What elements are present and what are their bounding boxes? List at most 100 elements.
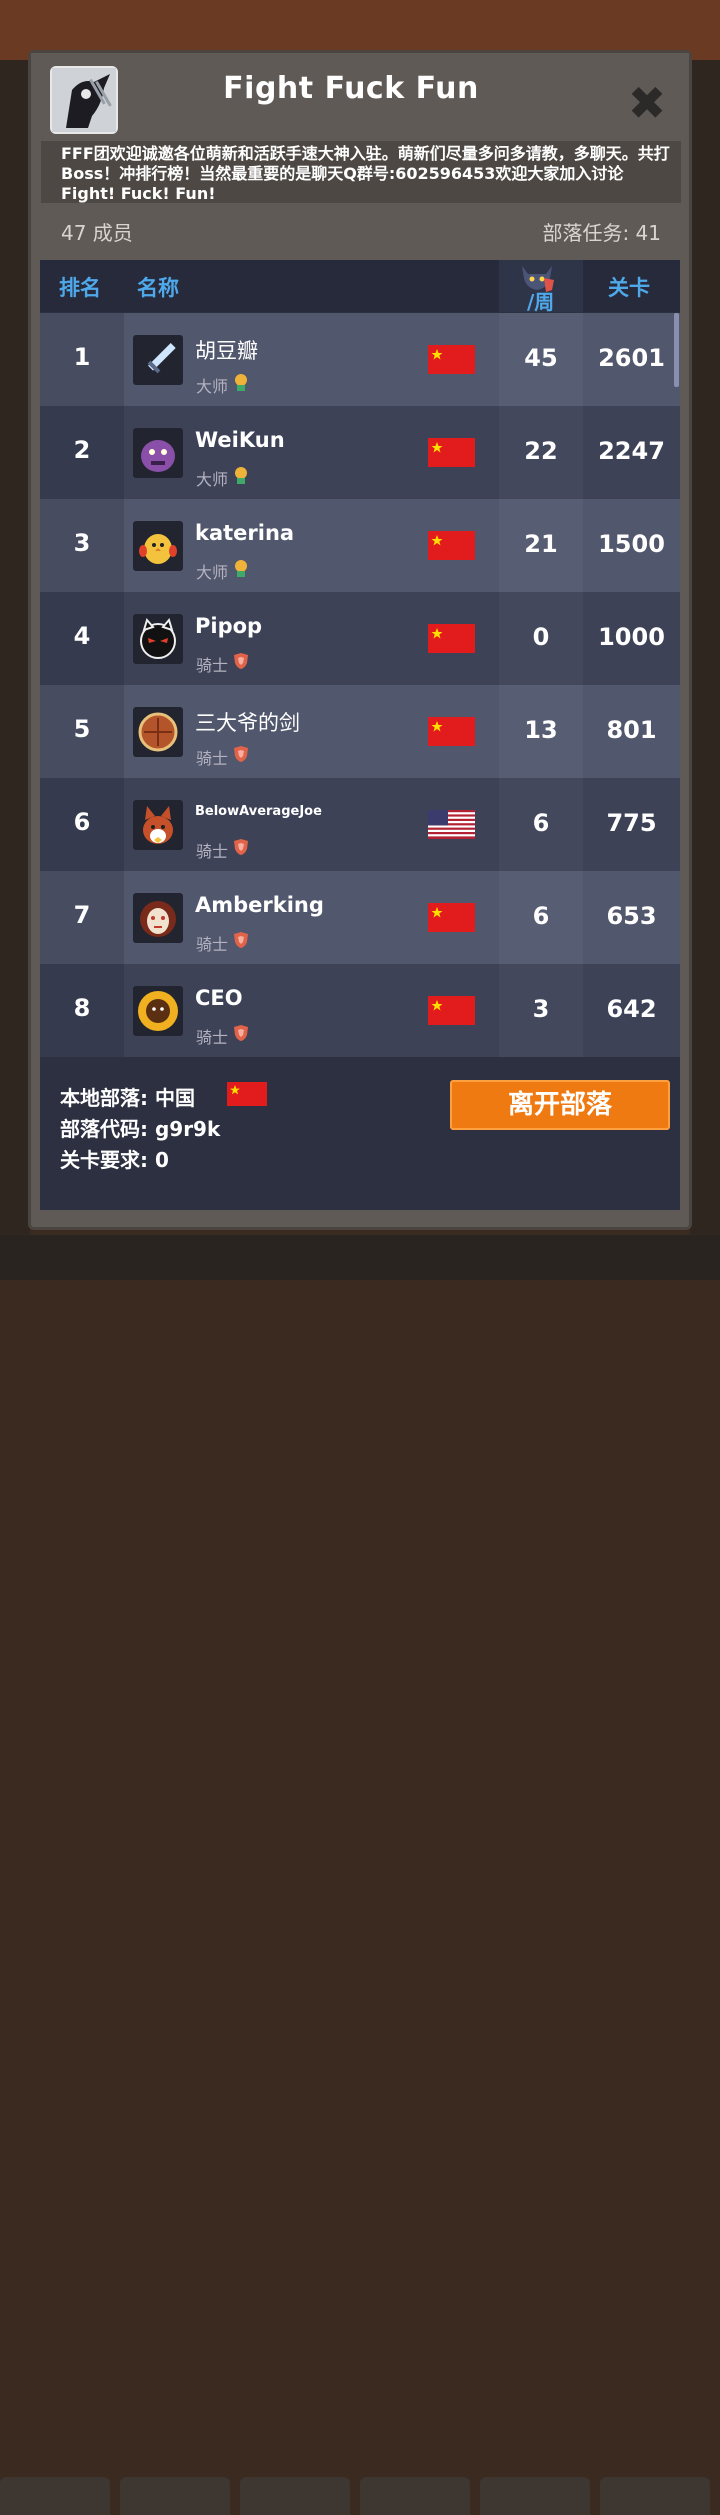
member-name: Amberking	[195, 893, 324, 917]
member-role: 骑士	[196, 842, 229, 861]
close-icon[interactable]: ✖	[625, 80, 669, 126]
china-flag-icon	[428, 531, 475, 560]
member-table[interactable]: 排名 名称 /周 关卡 1 胡豆瓣 大师 45 2601 2 WeiKun 大师…	[40, 260, 680, 1060]
clan-description: FFF团欢迎诚邀各位萌新和活跃手速大神入驻。萌新们尽量多问多请教，多聊天。共打B…	[41, 141, 681, 203]
clan-tasks: 部落任务: 41	[542, 221, 661, 245]
table-row[interactable]: 6 BelowAverageJoe 骑士 6 775	[40, 778, 680, 871]
background-right	[690, 60, 720, 1240]
shield-icon	[234, 653, 248, 669]
table-header: 排名 名称 /周 关卡	[40, 260, 680, 315]
stage-requirement: 关卡要求: 0	[60, 1148, 169, 1172]
fox-icon	[133, 800, 183, 850]
bottom-tab[interactable]	[0, 2477, 110, 2515]
weekly-kills: 6	[532, 902, 550, 930]
weekly-kills: 6	[532, 809, 550, 837]
clan-emblem-icon	[52, 68, 116, 132]
bottom-tab[interactable]	[240, 2477, 350, 2515]
bottom-tab[interactable]	[480, 2477, 590, 2515]
china-flag-icon	[428, 996, 475, 1025]
clan-avatar	[50, 66, 118, 134]
rank: 8	[73, 994, 91, 1022]
member-name: WeiKun	[195, 428, 285, 452]
member-name: CEO	[195, 986, 243, 1010]
shield-icon	[234, 932, 248, 948]
shield-icon	[234, 839, 248, 855]
weekly-kills: 22	[524, 437, 558, 465]
header-name[interactable]: 名称	[137, 272, 179, 302]
purple-monster-icon	[133, 428, 183, 478]
sunflower-icon	[133, 986, 183, 1036]
table-row[interactable]: 2 WeiKun 大师 22 2247	[40, 406, 680, 499]
background-bottom-bar	[0, 1235, 720, 2515]
local-clan-label: 本地部落: 中国	[60, 1086, 195, 1110]
header-week[interactable]: /周	[527, 286, 554, 315]
medal-icon	[235, 560, 247, 577]
shield-icon	[234, 1025, 248, 1041]
medal-icon	[235, 467, 247, 484]
chick-icon	[133, 521, 183, 571]
rank: 2	[73, 436, 91, 464]
bottom-tab[interactable]	[360, 2477, 470, 2515]
table-row[interactable]: 8 CEO 骑士 3 642	[40, 964, 680, 1057]
stage-value: 801	[606, 716, 657, 744]
member-role: 大师	[196, 377, 229, 396]
background-left	[0, 60, 30, 1240]
black-cat-icon	[133, 614, 183, 664]
rank: 5	[73, 715, 91, 743]
weekly-kills: 45	[524, 344, 558, 372]
china-flag-icon	[428, 903, 475, 932]
member-count: 47 成员	[61, 221, 133, 245]
clan-footer: 本地部落: 中国 部落代码: g9r9k 关卡要求: 0 离开部落	[40, 1060, 680, 1210]
stage-value: 775	[606, 809, 657, 837]
round-shield-icon	[133, 707, 183, 757]
shield-icon	[234, 746, 248, 762]
clan-title: Fight Fuck Fun	[223, 71, 479, 106]
table-row[interactable]: 4 Pipop 骑士 0 1000	[40, 592, 680, 685]
china-flag-icon	[428, 438, 475, 467]
china-flag-icon	[428, 624, 475, 653]
clan-panel: Fight Fuck Fun ✖ FFF团欢迎诚邀各位萌新和活跃手速大神入驻。萌…	[28, 50, 692, 1230]
weekly-kills: 0	[532, 623, 550, 651]
china-flag-icon	[428, 345, 475, 374]
leave-clan-button[interactable]: 离开部落	[450, 1080, 670, 1130]
member-name: 胡豆瓣	[195, 339, 258, 363]
rank: 3	[73, 529, 91, 557]
table-row[interactable]: 7 Amberking 骑士 6 653	[40, 871, 680, 964]
stage-value: 2601	[598, 344, 665, 372]
clan-header: Fight Fuck Fun ✖ FFF团欢迎诚邀各位萌新和活跃手速大神入驻。萌…	[31, 53, 689, 258]
rank: 4	[73, 622, 91, 650]
member-role: 骑士	[196, 749, 229, 768]
member-role: 骑士	[196, 935, 229, 954]
member-name: katerina	[195, 521, 295, 545]
rank: 7	[73, 901, 91, 929]
china-flag-icon	[227, 1082, 267, 1106]
stage-value: 2247	[598, 437, 665, 465]
table-row[interactable]: 1 胡豆瓣 大师 45 2601	[40, 313, 680, 406]
bottom-tab[interactable]	[120, 2477, 230, 2515]
table-row[interactable]: 5 三大爷的剑 骑士 13 801	[40, 685, 680, 778]
stage-value: 1000	[598, 623, 665, 651]
rank: 6	[73, 808, 91, 836]
clan-code: 部落代码: g9r9k	[60, 1117, 221, 1141]
weekly-kills: 3	[532, 995, 550, 1023]
member-role: 骑士	[196, 1028, 229, 1047]
table-scrollbar[interactable]	[674, 313, 679, 387]
stage-value: 1500	[598, 530, 665, 558]
weekly-kills: 21	[524, 530, 558, 558]
weekly-kills: 13	[524, 716, 558, 744]
rank: 1	[73, 343, 91, 371]
china-flag-icon	[428, 717, 475, 746]
table-row[interactable]: 3 katerina 大师 21 1500	[40, 499, 680, 592]
member-role: 骑士	[196, 656, 229, 675]
stage-value: 642	[606, 995, 657, 1023]
member-name: Pipop	[195, 614, 263, 638]
medal-icon	[235, 374, 247, 391]
usa-flag-icon	[428, 810, 475, 839]
sword-icon	[133, 335, 183, 385]
header-rank[interactable]: 排名	[59, 272, 101, 302]
stage-value: 653	[606, 902, 657, 930]
header-stage[interactable]: 关卡	[608, 272, 650, 302]
member-role: 大师	[196, 470, 229, 489]
bottom-tab[interactable]	[600, 2477, 710, 2515]
member-name: BelowAverageJoe	[195, 804, 322, 819]
